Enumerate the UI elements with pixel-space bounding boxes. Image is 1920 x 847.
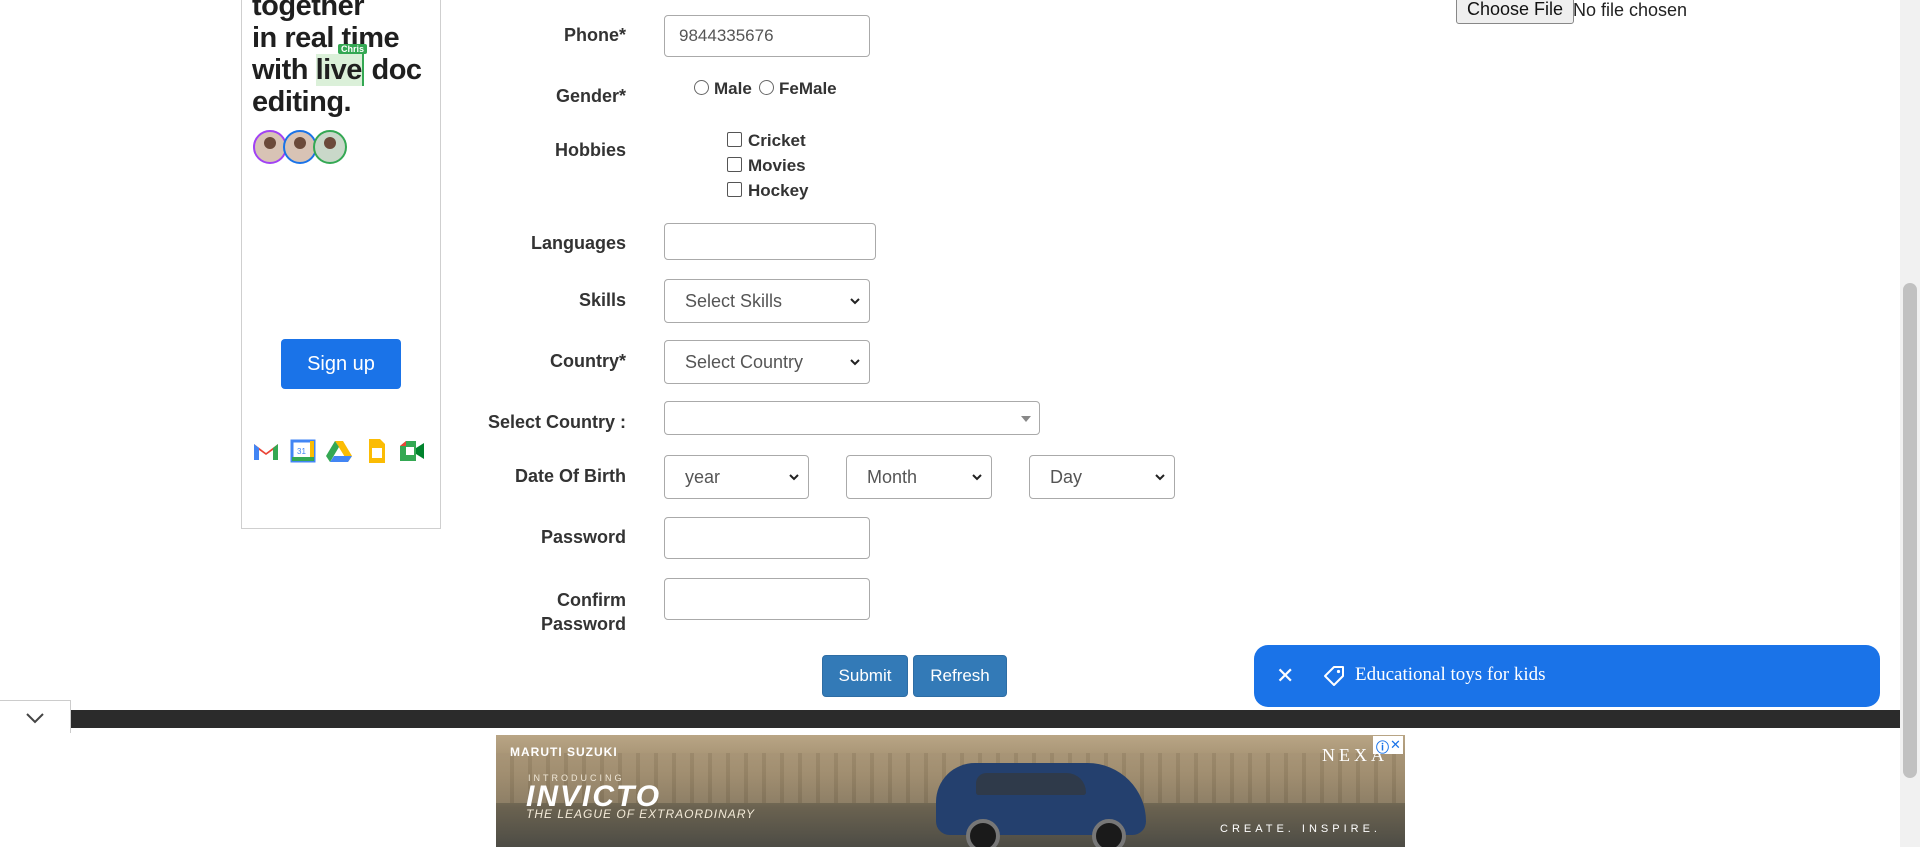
- checkbox[interactable]: [727, 157, 742, 172]
- promo-toast[interactable]: ✕ Educational toys for kids: [1254, 645, 1880, 707]
- select-country-label: Select Country :: [487, 412, 626, 432]
- hobby-movies[interactable]: Movies: [727, 156, 806, 176]
- checkbox[interactable]: [727, 132, 742, 147]
- app-icon-row: 31: [252, 438, 432, 468]
- languages-label: Languages: [530, 233, 626, 253]
- workspace-ad[interactable]: together in real time with live doc edit…: [241, 0, 441, 529]
- languages-input[interactable]: [664, 223, 876, 260]
- docs-icon: [369, 439, 385, 463]
- skills-select-value: Select Skills: [685, 291, 783, 311]
- hobby-label: Movies: [748, 156, 806, 175]
- close-icon[interactable]: ✕: [1390, 737, 1401, 753]
- dob-year-value: year: [685, 467, 721, 487]
- avatar: [253, 130, 287, 164]
- hobby-label: Hockey: [748, 181, 809, 200]
- calendar-day-text: 31: [297, 447, 306, 456]
- close-icon[interactable]: ✕: [1276, 663, 1294, 689]
- ad-choices[interactable]: ⓘ ✕: [1373, 736, 1403, 756]
- sign-up-button[interactable]: Sign up: [281, 339, 401, 389]
- skills-label: Skills: [578, 290, 626, 310]
- file-status-text: No file chosen: [1573, 0, 1688, 20]
- gender-label: Gender*: [555, 86, 626, 106]
- hobbies-label: Hobbies: [554, 140, 626, 160]
- ad-headline-word: with: [252, 54, 309, 86]
- chevron-down-icon: [850, 298, 860, 305]
- gender-option-male[interactable]: Male: [694, 79, 752, 99]
- dob-month-value: Month: [867, 467, 918, 487]
- password-label: Password: [540, 527, 626, 547]
- banner-brand: MARUTI SUZUKI: [510, 745, 618, 759]
- footer-bar: [70, 710, 1900, 728]
- hobby-hockey[interactable]: Hockey: [727, 181, 808, 201]
- radio-button[interactable]: [694, 80, 709, 95]
- ad-headline-highlight: live: [315, 54, 362, 86]
- gender-option-label: FeMale: [779, 79, 837, 98]
- ad-headline-line: together: [252, 0, 365, 22]
- tag-icon: [1324, 666, 1344, 686]
- password-input[interactable]: [664, 517, 870, 559]
- confirm-password-input[interactable]: [664, 578, 870, 620]
- chevron-down-icon: [26, 713, 44, 724]
- country-select-value: Select Country: [685, 352, 804, 372]
- ad-headline-word: doc: [371, 54, 423, 86]
- collapse-ad-button[interactable]: [0, 700, 71, 733]
- confirm-password-label: Confirm Password: [396, 588, 626, 636]
- calendar-icon: 31: [290, 439, 316, 463]
- refresh-button[interactable]: Refresh: [913, 655, 1007, 697]
- toast-text: Educational toys for kids: [1355, 664, 1546, 685]
- gmail-icon: [254, 444, 278, 460]
- gender-option-label: Male: [714, 79, 752, 98]
- banner-tagline: THE LEAGUE OF EXTRAORDINARY: [526, 807, 756, 821]
- hobby-cricket[interactable]: Cricket: [727, 131, 806, 151]
- car-wheel: [1092, 819, 1126, 847]
- car-wheel: [966, 819, 1000, 847]
- gender-option-female[interactable]: FeMale: [759, 79, 837, 99]
- meet-icon: [400, 441, 424, 461]
- skills-select[interactable]: Select Skills: [664, 279, 870, 323]
- submit-button[interactable]: Submit: [822, 655, 908, 697]
- avatar: [283, 130, 317, 164]
- confirm-password-label-line: Password: [540, 614, 626, 634]
- info-icon[interactable]: ⓘ: [1376, 737, 1389, 756]
- page-scrollbar[interactable]: [1900, 0, 1920, 847]
- choose-file-button[interactable]: Choose File: [1456, 0, 1575, 24]
- country-select[interactable]: Select Country: [664, 340, 870, 384]
- ad-headline-line: with live doc: [252, 54, 432, 86]
- dob-day-value: Day: [1050, 467, 1083, 487]
- banner-slogan: CREATE. INSPIRE.: [1220, 823, 1381, 835]
- avatar: [313, 130, 347, 164]
- collaborator-tag: Chris: [338, 44, 368, 54]
- car-banner-ad[interactable]: MARUTI SUZUKI INTRODUCING INVICTO THE LE…: [496, 735, 1405, 847]
- phone-label: Phone*: [563, 25, 626, 45]
- chevron-down-icon: [972, 474, 982, 481]
- dob-day-select[interactable]: Day: [1029, 455, 1175, 499]
- chevron-down-icon: [850, 359, 860, 366]
- radio-button[interactable]: [759, 80, 774, 95]
- country-label: Country*: [550, 351, 626, 371]
- hobby-label: Cricket: [748, 131, 806, 150]
- select-country-combobox[interactable]: [664, 401, 1040, 435]
- checkbox[interactable]: [727, 182, 742, 197]
- phone-input[interactable]: [664, 15, 870, 57]
- confirm-password-label-line: Confirm: [557, 590, 626, 610]
- dob-month-select[interactable]: Month: [846, 455, 992, 499]
- drive-icon: [326, 441, 352, 462]
- caret-down-icon: [1021, 416, 1031, 422]
- date-of-birth-label: Date Of Birth: [514, 466, 626, 486]
- dob-year-select[interactable]: year: [664, 455, 809, 499]
- chevron-down-icon: [789, 474, 799, 481]
- chevron-down-icon: [1155, 474, 1165, 481]
- scrollbar-thumb[interactable]: [1903, 283, 1917, 778]
